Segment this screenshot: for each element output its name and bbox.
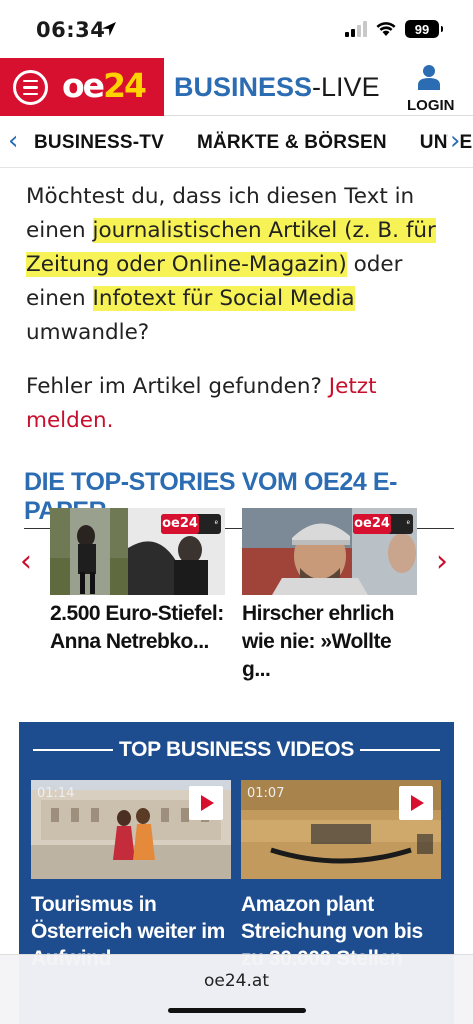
nav-item-maerkte-boersen[interactable]: MÄRKTE & BÖRSEN — [197, 132, 387, 154]
status-bar: 06:34 99 — [0, 0, 473, 58]
video-duration: 01:14 — [37, 786, 75, 801]
article-text: umwandle? — [26, 320, 150, 345]
videos-title: TOP BUSINESS VIDEOS — [118, 738, 355, 761]
play-icon[interactable] — [189, 786, 223, 820]
story-card[interactable]: oe24 e Hirscher ehrlich wie nie: »Wollte … — [242, 508, 417, 684]
video-thumbnail: 01:07 — [241, 780, 441, 879]
nav-prev-icon[interactable]: ‹ — [8, 126, 18, 156]
play-icon[interactable] — [399, 786, 433, 820]
story-image: oe24 e — [242, 508, 417, 595]
highlighted-text: Infotext für Social Media — [92, 286, 355, 311]
section-title-bold: BUSINESS — [174, 72, 313, 102]
logo-text-oe: oe — [62, 66, 105, 105]
site-header: oe24 BUSINESS-LIVE LOGIN — [0, 58, 473, 116]
home-indicator — [168, 1008, 306, 1013]
video-thumbnail: 01:14 — [31, 780, 231, 879]
oe24-logo[interactable]: oe24 — [62, 66, 147, 105]
story-card[interactable]: oe24 e 2.500 Euro-Stiefel: Anna Netrebko.… — [50, 508, 225, 656]
nav-item-unternehmen[interactable]: UNTERNEHMEN — [420, 132, 473, 154]
stories-next-icon[interactable]: › — [436, 544, 448, 579]
story-title: 2.500 Euro-Stiefel: Anna Netrebko... — [50, 602, 224, 653]
wifi-icon — [376, 22, 396, 36]
status-icons: 99 — [345, 20, 443, 38]
status-time: 06:34 — [36, 18, 106, 42]
menu-icon[interactable] — [13, 70, 48, 105]
video-duration: 01:07 — [247, 786, 285, 801]
user-icon — [418, 65, 440, 90]
location-arrow-icon — [102, 22, 116, 36]
videos-heading: TOP BUSINESS VIDEOS — [19, 738, 454, 762]
login-label: LOGIN — [407, 97, 455, 114]
section-title[interactable]: BUSINESS-LIVE — [174, 72, 380, 103]
signal-icon — [345, 21, 367, 37]
video-card[interactable]: 01:14 Tourismus in Österreich weiter im … — [31, 780, 231, 972]
category-nav: ‹ BUSINESS-TV MÄRKTE & BÖRSEN UNTERNEHME… — [0, 116, 473, 168]
stories-prev-icon[interactable]: ‹ — [20, 544, 32, 579]
report-error: Fehler im Artikel gefunden? Jetzt melden… — [26, 370, 456, 438]
nav-items: BUSINESS-TV MÄRKTE & BÖRSEN UNTERNEHMEN — [34, 132, 473, 154]
oe24-epaper-badge: oe24 e — [161, 514, 221, 534]
story-title: Hirscher ehrlich wie nie: »Wollte g... — [242, 602, 394, 681]
article-body: Möchtest du, dass ich diesen Text in ein… — [26, 180, 456, 438]
article-paragraph: Möchtest du, dass ich diesen Text in ein… — [26, 180, 456, 350]
oe24-epaper-badge: oe24 e — [353, 514, 413, 534]
url-text[interactable]: oe24.at — [0, 971, 473, 991]
report-error-text: Fehler im Artikel gefunden? — [26, 374, 329, 399]
logo-text-24: 24 — [103, 66, 147, 105]
nav-item-business-tv[interactable]: BUSINESS-TV — [34, 132, 164, 154]
story-image: oe24 e — [50, 508, 225, 595]
section-title-rest: -LIVE — [312, 72, 380, 102]
brand-bar: oe24 — [0, 58, 164, 116]
top-stories-carousel: ‹ oe24 e 2.500 Euro-Stiefel: Anna Netrebk… — [0, 508, 473, 681]
video-card[interactable]: 01:07 Amazon plant Streichung von bis zu… — [241, 780, 441, 972]
browser-address-bar[interactable]: oe24.at — [0, 954, 473, 1024]
battery-icon: 99 — [405, 20, 443, 38]
login-button[interactable]: LOGIN — [407, 64, 455, 114]
nav-next-icon[interactable]: › — [448, 126, 461, 156]
